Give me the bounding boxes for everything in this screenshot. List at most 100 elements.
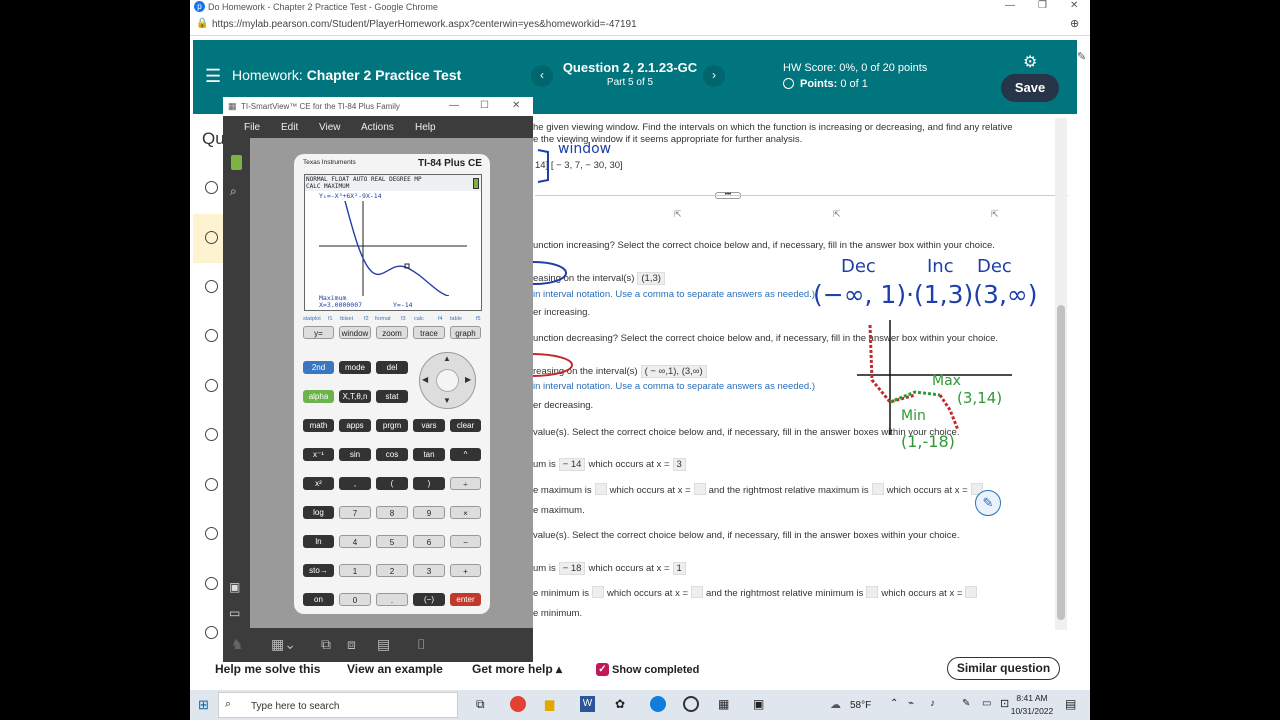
- show-completed-checkbox[interactable]: ✓: [596, 663, 609, 676]
- keypad-view-icon[interactable]: ▣: [229, 580, 240, 594]
- calculator-key[interactable]: x⁻¹: [303, 448, 334, 461]
- min-x-answer[interactable]: 1: [672, 562, 686, 575]
- screen-view-icon[interactable]: ▭: [229, 606, 240, 620]
- question-radio[interactable]: [193, 362, 223, 411]
- arrow-right-icon[interactable]: ▶: [465, 375, 471, 384]
- min-value-answer[interactable]: − 18: [558, 562, 586, 575]
- key-window[interactable]: window: [339, 326, 371, 339]
- calculator-key[interactable]: x²: [303, 477, 334, 490]
- calculator-key[interactable]: math: [303, 419, 334, 432]
- word-icon[interactable]: W: [580, 696, 595, 712]
- arrow-down-icon[interactable]: ▼: [443, 396, 451, 405]
- question-radio[interactable]: [193, 263, 223, 312]
- key-zoom[interactable]: zoom: [376, 326, 408, 339]
- app-icon[interactable]: ▣: [753, 697, 764, 711]
- maximum-choice-b[interactable]: e maximum is which occurs at x = and the r…: [533, 483, 986, 496]
- calculator-key[interactable]: vars: [413, 419, 445, 432]
- pen-tool-icon[interactable]: ✎: [975, 490, 1001, 516]
- calculator-key[interactable]: 9: [413, 506, 445, 519]
- maximum-choice-c[interactable]: e maximum.: [533, 505, 585, 516]
- key-xtn[interactable]: X,T,θ,n: [339, 390, 371, 403]
- calculator-key[interactable]: (: [376, 477, 408, 490]
- key-graph[interactable]: graph: [450, 326, 481, 339]
- chrome-icon[interactable]: [510, 696, 526, 712]
- calculator-key[interactable]: prgm: [376, 419, 408, 432]
- calculator-key[interactable]: ): [413, 477, 445, 490]
- file-explorer-icon[interactable]: ▆: [545, 697, 554, 711]
- key-trace[interactable]: trace: [413, 326, 445, 339]
- answer-box[interactable]: [965, 586, 978, 598]
- minimum-choice-c[interactable]: e minimum.: [533, 608, 582, 619]
- gear-icon[interactable]: ⚙: [1023, 52, 1037, 72]
- calculator-key[interactable]: enter: [450, 593, 481, 606]
- edge-icon[interactable]: [650, 696, 666, 712]
- calculator-key[interactable]: 6: [413, 535, 445, 548]
- get-more-help-link[interactable]: Get more help ▴: [472, 662, 562, 676]
- question-radio-current[interactable]: [193, 214, 226, 263]
- volume-icon[interactable]: ♪: [930, 698, 935, 709]
- screenshot-icon[interactable]: ⧉: [321, 636, 331, 653]
- hamburger-menu-icon[interactable]: ☰: [205, 66, 221, 87]
- calculator-key[interactable]: ,: [339, 477, 371, 490]
- restore-icon[interactable]: ❐: [1038, 0, 1047, 11]
- key-del[interactable]: del: [376, 361, 408, 374]
- question-radio[interactable]: [193, 312, 223, 361]
- close-icon[interactable]: ✕: [512, 100, 520, 111]
- calculator-key[interactable]: 4: [339, 535, 371, 548]
- calculator-key[interactable]: cos: [376, 448, 408, 461]
- save-button[interactable]: Save: [1001, 74, 1059, 102]
- calculator-key[interactable]: 5: [376, 535, 408, 548]
- sequence-icon[interactable]: ⧈: [347, 636, 356, 653]
- calculator-key[interactable]: 3: [413, 564, 445, 577]
- battery-icon[interactable]: ▭: [982, 698, 991, 709]
- question-radio[interactable]: [193, 510, 223, 559]
- question-radio[interactable]: [193, 560, 223, 609]
- answer-box[interactable]: [866, 586, 879, 598]
- calculator-key[interactable]: clear: [450, 419, 481, 432]
- app-icon[interactable]: [683, 696, 699, 712]
- key-stat[interactable]: stat: [376, 390, 408, 403]
- minimize-icon[interactable]: —: [449, 100, 459, 111]
- address-bar[interactable]: 🔒 https://mylab.pearson.com/Student/Play…: [190, 14, 1090, 36]
- key-y-equals[interactable]: y=: [303, 326, 334, 339]
- paint-icon[interactable]: ✿: [615, 697, 625, 711]
- arrow-left-icon[interactable]: ◀: [422, 375, 428, 384]
- key-mode[interactable]: mode: [339, 361, 371, 374]
- calculator-icon[interactable]: [231, 155, 242, 170]
- clock-time[interactable]: 8:41 AM: [1014, 693, 1050, 703]
- calculator-key[interactable]: ln: [303, 535, 334, 548]
- question-radio[interactable]: [193, 164, 223, 213]
- calculator-key[interactable]: 2: [376, 564, 408, 577]
- calculator-key[interactable]: +: [450, 564, 481, 577]
- calculator-key[interactable]: −: [450, 535, 481, 548]
- question-radio[interactable]: [193, 461, 223, 510]
- calculator-key[interactable]: log: [303, 506, 334, 519]
- edit-pen-icon[interactable]: ✎: [1077, 50, 1086, 63]
- task-view-icon[interactable]: ⧉: [476, 697, 485, 712]
- next-question-button[interactable]: ›: [703, 65, 725, 87]
- calculator-key[interactable]: on: [303, 593, 334, 606]
- layout-icon[interactable]: ▤: [377, 636, 390, 653]
- key-alpha[interactable]: alpha: [303, 390, 334, 403]
- minimum-choice-b[interactable]: e minimum is which occurs at x = and the r…: [533, 586, 980, 599]
- calculator-key[interactable]: ×: [450, 506, 481, 519]
- calculator-key[interactable]: ÷: [450, 477, 481, 490]
- question-radio[interactable]: [193, 411, 223, 460]
- clock-date[interactable]: 10/31/2022: [1010, 706, 1054, 716]
- calculator-key[interactable]: .: [376, 593, 408, 606]
- weather-temp[interactable]: 58°F: [850, 700, 871, 711]
- menu-help[interactable]: Help: [415, 122, 436, 133]
- zoom-icon[interactable]: ⊕: [1070, 17, 1079, 30]
- close-icon[interactable]: ✕: [1070, 0, 1078, 11]
- calculator-key[interactable]: tan: [413, 448, 445, 461]
- menu-file[interactable]: File: [244, 122, 260, 133]
- network-icon[interactable]: ⌁: [908, 698, 914, 709]
- menu-actions[interactable]: Actions: [361, 122, 394, 133]
- answer-box[interactable]: [871, 483, 884, 495]
- answer-box[interactable]: [693, 483, 706, 495]
- answer-box[interactable]: [591, 586, 604, 598]
- help-me-solve-link[interactable]: Help me solve this: [215, 662, 320, 676]
- calculator-key[interactable]: 1: [339, 564, 371, 577]
- view-example-link[interactable]: View an example: [347, 662, 443, 676]
- arrow-up-icon[interactable]: ▲: [443, 354, 451, 363]
